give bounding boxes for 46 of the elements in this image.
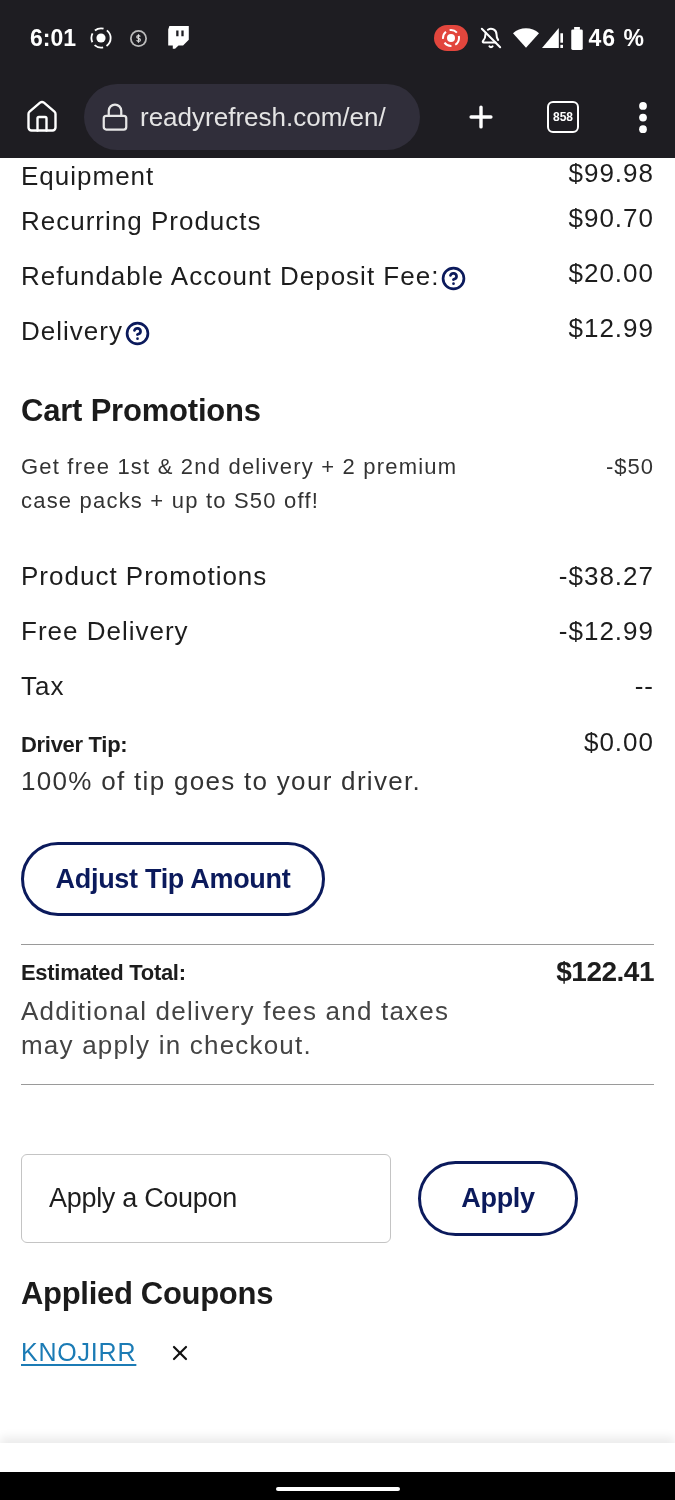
summary-value: -$38.27 xyxy=(558,560,654,593)
battery-percent: 46 % xyxy=(588,23,645,53)
promotion-value: -$50 xyxy=(605,453,654,481)
chat-bubble-icon xyxy=(167,26,191,50)
tip-note: 100% of tip goes to your driver. xyxy=(21,765,423,798)
summary-value: -- xyxy=(634,670,654,703)
summary-value: $90.70 xyxy=(568,202,654,235)
summary-value: $99.98 xyxy=(568,158,654,190)
apply-button[interactable]: Apply xyxy=(418,1161,578,1236)
home-icon xyxy=(24,99,60,135)
more-icon xyxy=(639,101,647,133)
tip-value: $0.00 xyxy=(583,725,654,759)
summary-value: $12.99 xyxy=(568,312,654,345)
total-note: Additional delivery fees and taxes may apply in checkout. xyxy=(21,995,451,1062)
wifi-icon xyxy=(512,28,539,48)
help-icon[interactable] xyxy=(441,266,467,291)
section-heading: Cart Promotions xyxy=(21,392,262,430)
summary-label: Recurring Products xyxy=(21,205,262,238)
tip-label: Driver Tip: xyxy=(21,730,128,759)
summary-value: -$12.99 xyxy=(558,615,654,648)
status-time: 6:01 xyxy=(30,23,77,53)
coupon-code-link[interactable]: KNOJIRR xyxy=(21,1334,137,1372)
help-icon[interactable] xyxy=(124,321,150,346)
coupon-input-field[interactable]: Apply a Coupon xyxy=(21,1154,391,1243)
url-text: readyrefresh.com/en/ xyxy=(140,100,386,134)
screen-record-icon xyxy=(433,25,468,51)
signal-icon xyxy=(541,28,563,48)
summary-label: Product Promotions xyxy=(21,560,268,593)
total-label: Estimated Total: xyxy=(21,958,186,987)
battery-icon xyxy=(570,26,583,50)
screen-record-icon xyxy=(90,27,113,49)
summary-label: Tax xyxy=(21,670,65,703)
promotion-description: Get free 1st & 2nd delivery + 2 premium case packs + up to S50 off! xyxy=(21,453,459,515)
tab-count-button[interactable]: 858 xyxy=(547,101,579,133)
section-heading: Applied Coupons xyxy=(21,1275,275,1313)
bell-off-icon xyxy=(479,27,502,49)
url-field[interactable]: readyrefresh.com/en/ xyxy=(84,84,420,150)
summary-value: $20.00 xyxy=(568,257,654,290)
summary-label: Equipment xyxy=(21,159,155,193)
adjust-tip-button[interactable]: Adjust Tip Amount xyxy=(21,842,325,916)
summary-label: Refundable Account Deposit Fee: xyxy=(21,260,440,293)
dollar-coin-icon xyxy=(130,29,148,47)
summary-label: Delivery xyxy=(21,315,123,348)
total-value: $122.41 xyxy=(556,955,654,989)
summary-label: Free Delivery xyxy=(21,615,189,648)
lock-icon xyxy=(100,102,130,132)
